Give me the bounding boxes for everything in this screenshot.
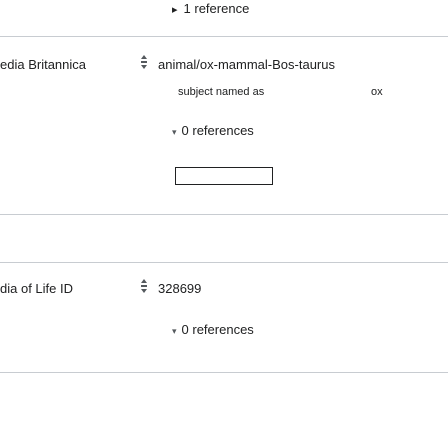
section-divider	[0, 262, 448, 263]
section-divider	[0, 36, 448, 37]
reference-input[interactable]	[175, 167, 273, 185]
qualifier-property[interactable]: subject named as	[178, 86, 264, 98]
references-count-label: 1 reference	[183, 1, 250, 16]
section-divider	[0, 214, 448, 215]
rank-selector-icon[interactable]	[139, 54, 149, 70]
chevron-down-icon: ▾	[172, 127, 177, 137]
rank-selector-icon[interactable]	[139, 278, 149, 294]
statement-value[interactable]: 328699	[158, 281, 201, 296]
references-toggle-top[interactable]: ▸ 1 reference	[172, 1, 249, 16]
property-label[interactable]: dia of Life ID	[0, 281, 73, 296]
section-divider	[0, 372, 448, 373]
statement-value[interactable]: animal/ox-mammal-Bos-taurus	[158, 57, 335, 72]
property-label[interactable]: edia Britannica	[0, 57, 86, 72]
chevron-down-icon: ▾	[172, 326, 177, 336]
references-count-label: 0 references	[181, 322, 254, 337]
references-toggle[interactable]: ▾ 0 references	[172, 123, 254, 138]
references-toggle[interactable]: ▾ 0 references	[172, 322, 254, 337]
qualifier-value[interactable]: ox	[371, 86, 383, 98]
references-count-label: 0 references	[181, 123, 254, 138]
expand-triangle-icon: ▸	[172, 4, 178, 16]
